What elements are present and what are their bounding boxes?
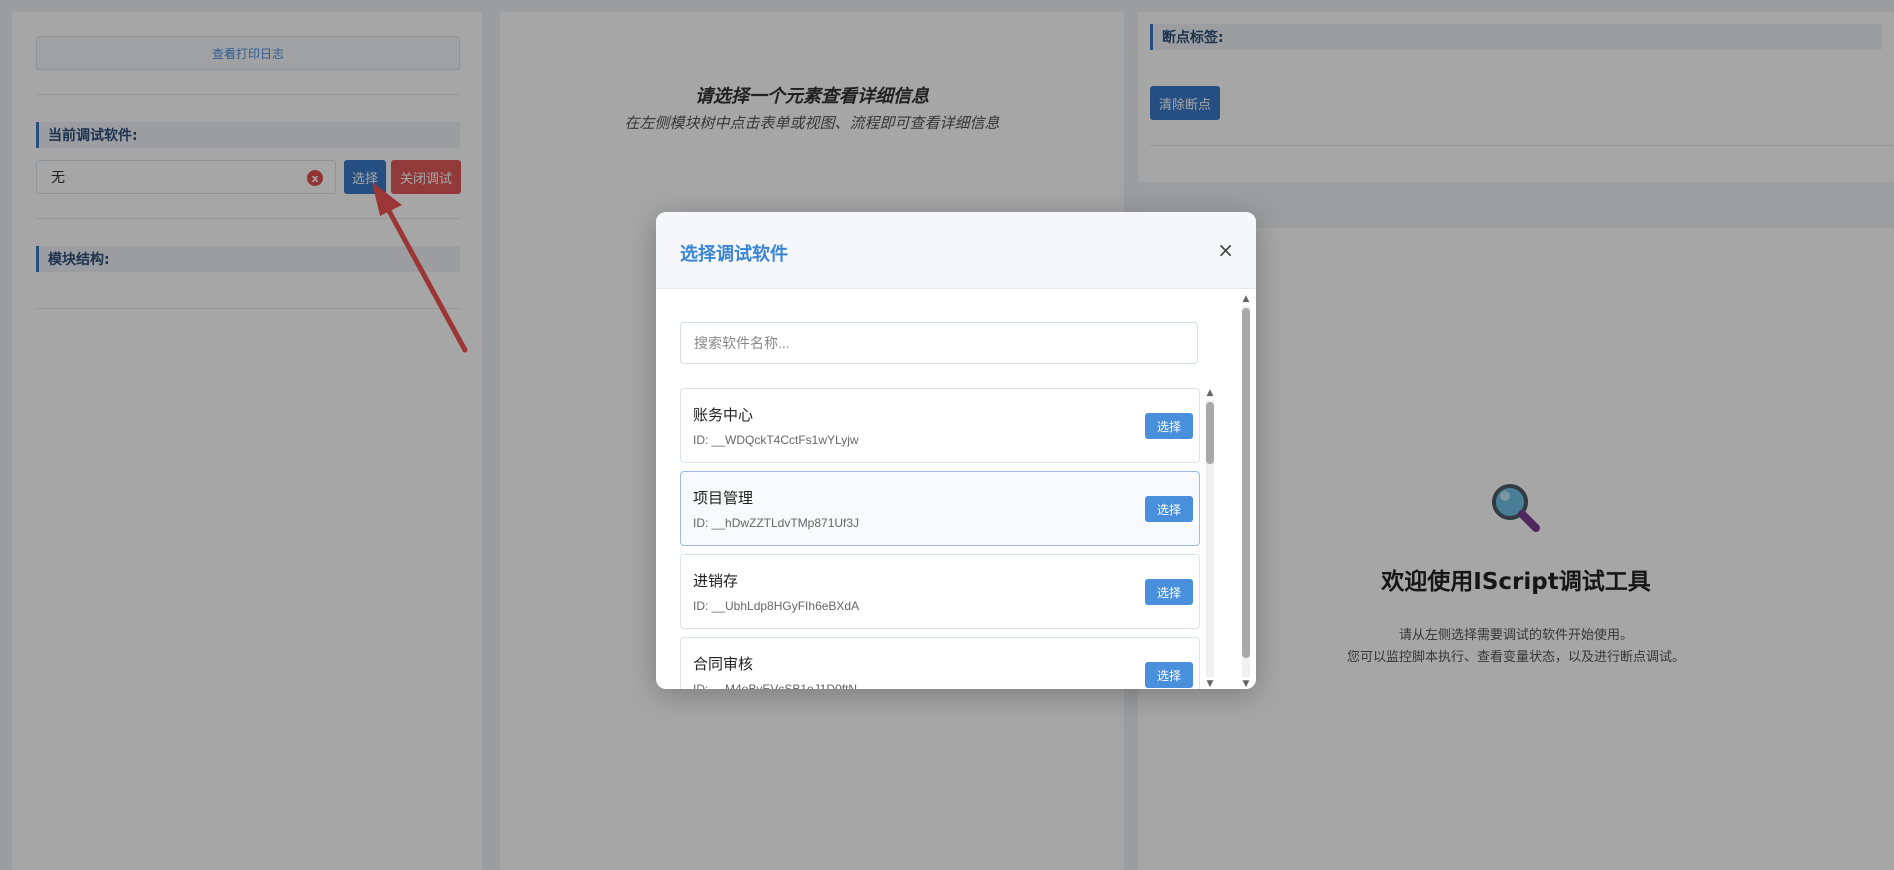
software-id: ID: __UbhLdp8HGyFIh6eBXdA — [693, 599, 860, 613]
scroll-down-icon[interactable]: ▼ — [1241, 679, 1251, 689]
select-button[interactable]: 选择 — [1145, 662, 1193, 688]
software-list: 账务中心 ID: __WDQckT4CctFs1wYLyjw 选择 项目管理 I… — [680, 388, 1200, 689]
select-button[interactable]: 选择 — [1145, 496, 1193, 522]
software-id: ID: __WDQckT4CctFs1wYLyjw — [693, 433, 859, 447]
scroll-up-icon[interactable]: ▲ — [1205, 388, 1215, 398]
dialog-header: 选择调试软件 × — [656, 212, 1256, 289]
scrollbar-thumb[interactable] — [1206, 402, 1214, 464]
software-name: 项目管理 — [693, 490, 754, 507]
scrollbar-thumb[interactable] — [1242, 308, 1250, 658]
list-item[interactable]: 账务中心 ID: __WDQckT4CctFs1wYLyjw 选择 — [680, 388, 1200, 463]
select-software-dialog: 选择调试软件 × 账务中心 ID: __WDQckT4CctFs1wYLyjw … — [656, 212, 1256, 689]
software-search-input[interactable] — [680, 322, 1198, 364]
select-button[interactable]: 选择 — [1145, 413, 1193, 439]
select-button[interactable]: 选择 — [1145, 579, 1193, 605]
list-item[interactable]: 项目管理 ID: __hDwZZTLdvTMp871Uf3J 选择 — [680, 471, 1200, 546]
scroll-up-icon[interactable]: ▲ — [1241, 294, 1251, 304]
scroll-down-icon[interactable]: ▼ — [1205, 679, 1215, 689]
software-id: ID: __hDwZZTLdvTMp871Uf3J — [693, 516, 860, 530]
list-scrollbar[interactable]: ▲ ▼ — [1204, 388, 1216, 689]
list-item[interactable]: 进销存 ID: __UbhLdp8HGyFIh6eBXdA 选择 — [680, 554, 1200, 629]
software-name: 合同审核 — [693, 656, 754, 673]
dialog-scrollbar[interactable]: ▲ ▼ — [1240, 294, 1252, 689]
dialog-title: 选择调试软件 — [680, 244, 788, 265]
software-id: ID: __M4eBvEVcSB1eJ1D0ftN — [693, 682, 858, 689]
software-name: 进销存 — [693, 573, 739, 590]
software-name: 账务中心 — [693, 407, 754, 424]
list-item[interactable]: 合同审核 ID: __M4eBvEVcSB1eJ1D0ftN 选择 — [680, 637, 1200, 689]
close-icon[interactable]: × — [1217, 238, 1234, 262]
